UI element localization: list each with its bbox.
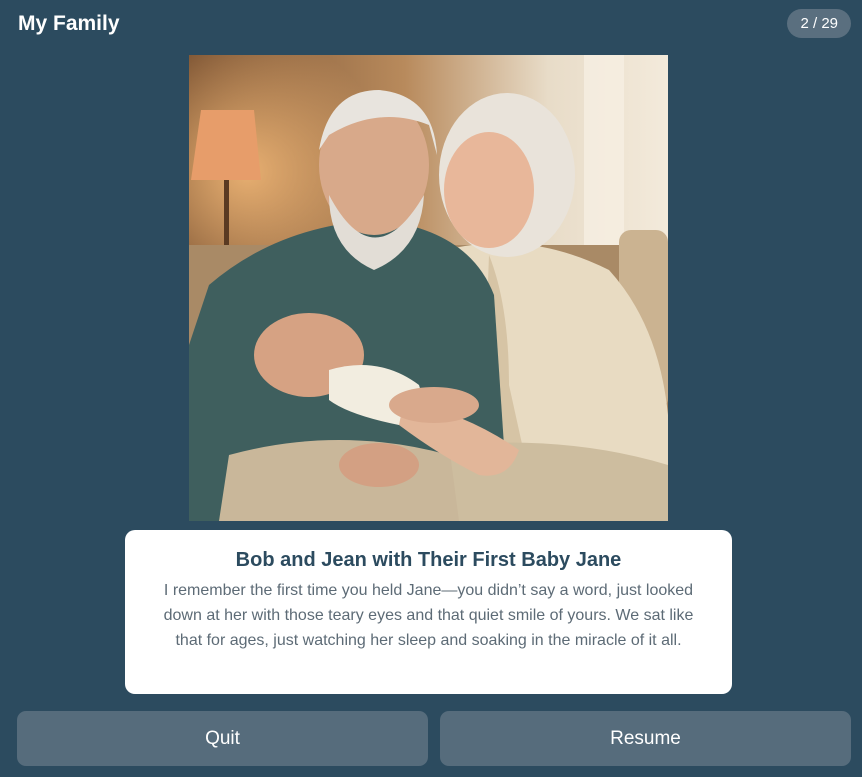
- resume-button[interactable]: Resume: [440, 711, 851, 766]
- caption-body: I remember the first time you held Jane—…: [163, 582, 694, 649]
- app-title: My Family: [18, 12, 120, 35]
- caption-title: Bob and Jean with Their First Baby Jane: [235, 549, 622, 571]
- caption-card: Bob and Jean with Their First Baby Jane …: [125, 530, 732, 694]
- family-photo: [189, 55, 668, 521]
- quit-button[interactable]: Quit: [17, 711, 428, 766]
- slide-counter-badge: 2 / 29: [787, 9, 851, 38]
- family-photo-illustration: [189, 55, 668, 521]
- slideshow-screen: My Family 2 / 29 Bob and Jean with Their…: [0, 0, 862, 777]
